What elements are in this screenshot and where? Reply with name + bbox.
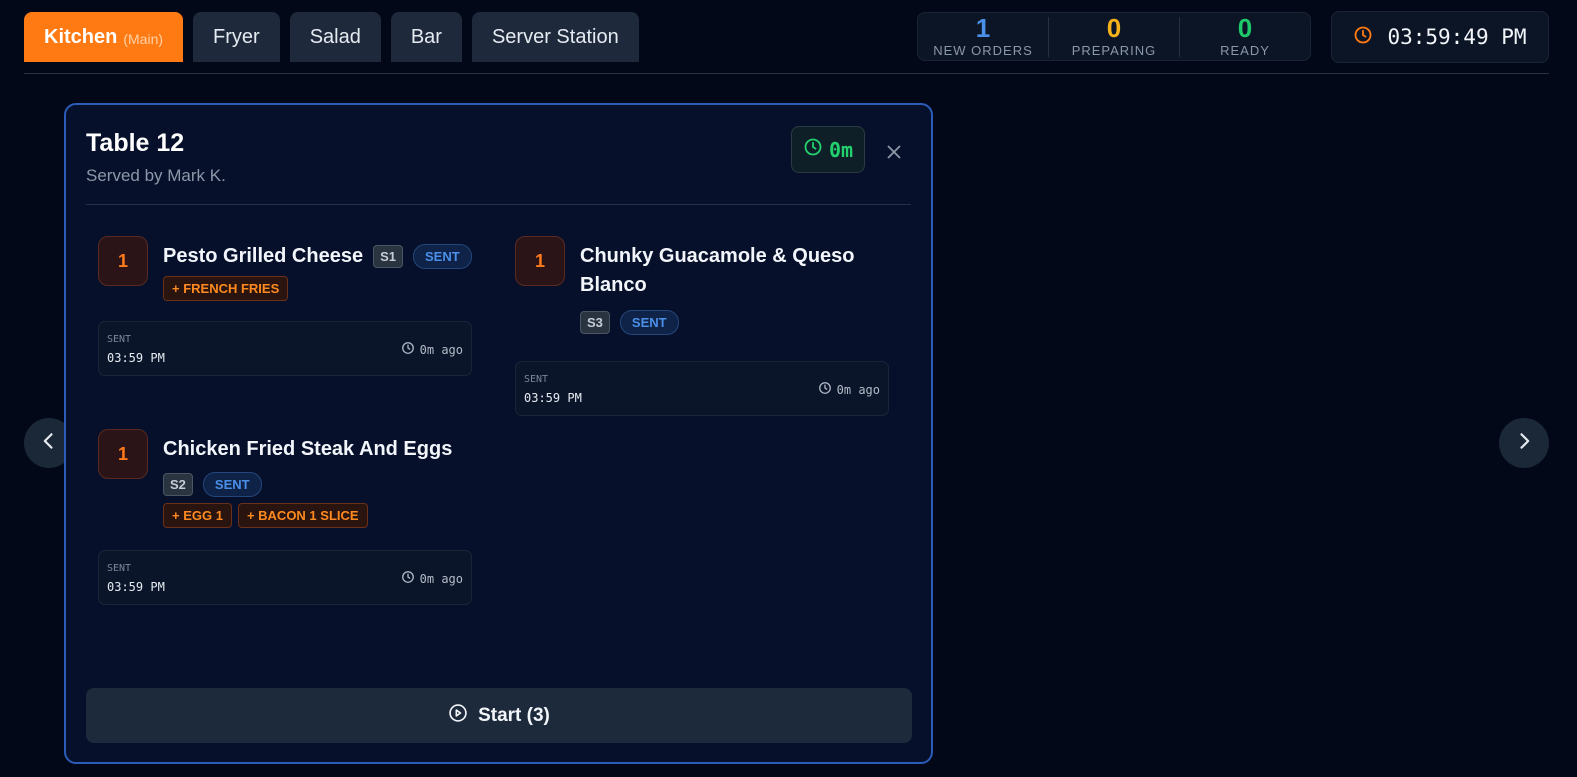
item-name: Chunky Guacamole & Queso Blanco xyxy=(580,245,855,296)
item-name: Pesto Grilled Cheese xyxy=(163,245,364,267)
status-badge: SENT xyxy=(202,472,262,497)
chevron-left-icon xyxy=(39,431,59,456)
served-by: Served by Mark K. xyxy=(86,166,226,185)
modifier-badge: + EGG 1 xyxy=(163,503,232,528)
seat-badge: S3 xyxy=(580,311,610,334)
modifier-badge: + FRENCH FRIES xyxy=(163,276,289,301)
stat-new-orders: 1 NEW ORDERS xyxy=(918,13,1048,60)
item-name: Chicken Fried Steak And Eggs xyxy=(163,438,453,460)
item-quantity: 1 xyxy=(98,236,148,286)
item-quantity: 1 xyxy=(515,236,565,286)
elapsed-time-text: 0m ago xyxy=(419,342,463,357)
close-icon xyxy=(883,145,905,167)
table-title: Table 12 xyxy=(86,129,185,157)
clock-icon xyxy=(401,570,415,587)
item-quantity: 1 xyxy=(98,429,148,479)
stat-ready: 0 READY xyxy=(1179,13,1310,58)
tab-bar-label: Bar xyxy=(410,25,442,48)
stat-new-orders-value: 1 xyxy=(975,13,991,43)
play-circle-icon xyxy=(448,703,468,729)
tab-kitchen-label: Kitchen xyxy=(44,25,118,48)
order-stats: 1 NEW ORDERS 0 PREPARING 0 READY xyxy=(917,12,1311,61)
stat-ready-value: 0 xyxy=(1237,13,1253,43)
stat-preparing: 0 PREPARING xyxy=(1048,13,1179,58)
item-details: Chunky Guacamole & Queso Blanco S3 SENT xyxy=(580,236,890,335)
chevron-right-icon xyxy=(1514,431,1534,456)
item-modifiers: + EGG 1 + BACON 1 SLICE xyxy=(163,503,473,528)
clock-icon xyxy=(401,341,415,358)
sent-info: SENT 03:59 PM 0m ago xyxy=(98,321,472,376)
clock-time: 03:59:49 PM xyxy=(1387,25,1527,49)
status-badge: SENT xyxy=(412,244,472,269)
start-button-label: Start (3) xyxy=(478,704,550,726)
seat-badge: S2 xyxy=(163,473,193,496)
order-header: Table 12 Served by Mark K. 0m xyxy=(86,126,911,205)
elapsed-time-text: 0m ago xyxy=(836,382,880,397)
next-order-button[interactable] xyxy=(1499,418,1549,468)
tab-server-station-label: Server Station xyxy=(491,25,619,48)
sent-info: SENT 03:59 PM 0m ago xyxy=(515,361,889,416)
elapsed-time: 0m ago xyxy=(401,570,463,587)
item-details: Pesto Grilled Cheese S1 SENT + FRENCH FR… xyxy=(163,236,473,301)
order-card: Table 12 Served by Mark K. 0m 1 Pesto Gr… xyxy=(64,103,933,764)
clock-icon xyxy=(818,381,832,398)
tab-server-station[interactable]: Server Station xyxy=(471,12,639,62)
stat-preparing-value: 0 xyxy=(1106,13,1122,43)
stat-preparing-label: PREPARING xyxy=(1071,43,1157,58)
clock: 03:59:49 PM xyxy=(1331,11,1549,63)
station-tabs: Kitchen (Main) Fryer Salad Bar Server St… xyxy=(24,12,639,62)
tab-kitchen[interactable]: Kitchen (Main) xyxy=(24,12,184,62)
status-badge: SENT xyxy=(619,310,679,335)
sent-time: 03:59 PM xyxy=(524,391,582,405)
order-timer-value: 0m xyxy=(828,137,854,162)
item-modifiers: + FRENCH FRIES xyxy=(163,276,473,301)
modifier-badge: + BACON 1 SLICE xyxy=(237,503,368,528)
tab-fryer[interactable]: Fryer xyxy=(193,12,280,62)
top-bar: Kitchen (Main) Fryer Salad Bar Server St… xyxy=(24,11,1549,74)
clock-icon xyxy=(1353,25,1373,50)
tab-kitchen-sub: (Main) xyxy=(123,30,164,47)
sent-label: SENT xyxy=(524,374,549,385)
tab-salad-label: Salad xyxy=(309,25,361,48)
close-button[interactable] xyxy=(883,141,905,163)
clock-icon xyxy=(803,137,823,162)
order-timer: 0m xyxy=(791,126,865,173)
seat-badge: S1 xyxy=(373,245,403,268)
sent-time: 03:59 PM xyxy=(107,351,165,365)
sent-time: 03:59 PM xyxy=(107,580,165,594)
tab-bar[interactable]: Bar xyxy=(390,12,462,62)
elapsed-time: 0m ago xyxy=(401,341,463,358)
item-details: Chicken Fried Steak And Eggs S2 SENT + E… xyxy=(163,429,473,528)
tab-fryer-label: Fryer xyxy=(213,25,260,48)
sent-label: SENT xyxy=(107,334,132,345)
sent-info: SENT 03:59 PM 0m ago xyxy=(98,550,472,605)
elapsed-time: 0m ago xyxy=(818,381,880,398)
start-button[interactable]: Start (3) xyxy=(86,688,912,743)
elapsed-time-text: 0m ago xyxy=(419,571,463,586)
stat-new-orders-label: NEW ORDERS xyxy=(933,43,1033,58)
stat-ready-label: READY xyxy=(1220,43,1270,58)
tab-salad[interactable]: Salad xyxy=(289,12,381,62)
sent-label: SENT xyxy=(107,563,132,574)
